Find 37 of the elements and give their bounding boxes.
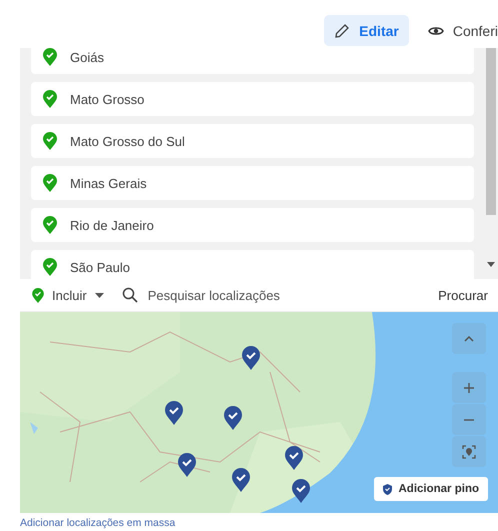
locate-button[interactable] bbox=[452, 436, 486, 467]
location-target-icon bbox=[462, 444, 476, 458]
map-pin-icon[interactable] bbox=[178, 453, 196, 477]
add-pin-button[interactable]: Adicionar pino bbox=[374, 477, 488, 501]
chevron-up-icon bbox=[464, 336, 474, 342]
map-pin-icon[interactable] bbox=[285, 446, 303, 470]
scroll-down-icon[interactable] bbox=[487, 262, 495, 267]
location-name: Mato Grosso bbox=[70, 92, 144, 106]
plus-icon bbox=[464, 382, 474, 392]
toolbar-button[interactable]: Conferi bbox=[418, 15, 498, 46]
map-pin-icon[interactable] bbox=[292, 479, 310, 503]
search-icon bbox=[122, 287, 138, 303]
location-name: Minas Gerais bbox=[70, 176, 147, 190]
location-name: Goiás bbox=[70, 50, 104, 64]
location-name: São Paulo bbox=[70, 260, 130, 274]
include-dropdown[interactable]: Incluir bbox=[32, 288, 104, 302]
toolbar-button[interactable]: Editar bbox=[324, 15, 409, 46]
location-item[interactable]: São Paulo bbox=[31, 250, 474, 279]
map-pin-icon[interactable] bbox=[232, 468, 250, 492]
map-pin-icon[interactable] bbox=[224, 406, 242, 430]
pencil-icon bbox=[334, 22, 350, 38]
location-item[interactable]: Mato Grosso do Sul bbox=[31, 124, 474, 158]
caret-icon bbox=[94, 292, 104, 298]
map-pin-icon[interactable] bbox=[165, 401, 183, 425]
shield-check-icon bbox=[382, 484, 392, 494]
location-name: Mato Grosso do Sul bbox=[70, 134, 185, 148]
map-pin-icon[interactable] bbox=[242, 346, 260, 370]
location-item[interactable]: Mato Grosso bbox=[31, 82, 474, 116]
pin-check-icon bbox=[32, 288, 44, 302]
search-button[interactable]: Procurar bbox=[438, 288, 488, 302]
bulk-add-link[interactable]: Adicionar localizações em massa bbox=[20, 517, 176, 529]
location-item[interactable]: Goiás bbox=[31, 48, 474, 74]
minus-icon bbox=[464, 418, 474, 420]
eye-icon bbox=[428, 24, 444, 36]
location-item[interactable]: Minas Gerais bbox=[31, 166, 474, 200]
location-item[interactable]: Rio de Janeiro bbox=[31, 208, 474, 242]
location-name: Rio de Janeiro bbox=[70, 218, 154, 232]
